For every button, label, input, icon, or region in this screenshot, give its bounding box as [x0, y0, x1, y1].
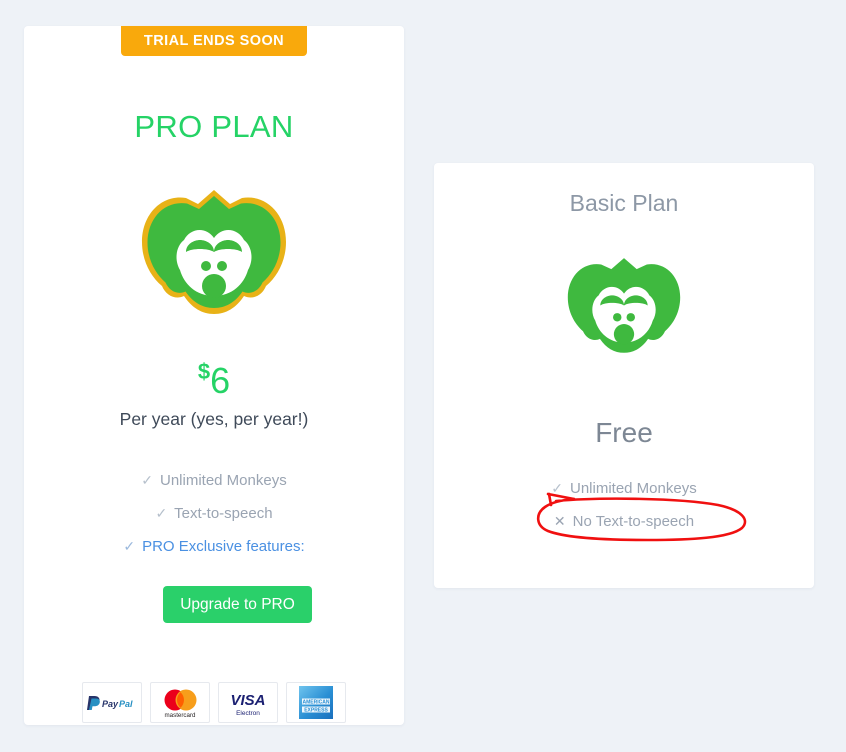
visa-electron-badge: VISA Electron — [218, 682, 278, 723]
monkey-logo-gold-outline-icon — [24, 184, 404, 331]
basic-plan-card: Basic Plan Free ✓ Unlimited Monkeys ✕ No T… — [434, 163, 814, 588]
basic-plan-feature-list: ✓ Unlimited Monkeys ✕ No Text-to-speech — [434, 472, 814, 538]
upgrade-to-pro-button[interactable]: Upgrade to PRO — [163, 586, 312, 623]
check-icon: ✓ — [551, 480, 563, 496]
pro-plan-title: PRO PLAN — [134, 109, 294, 144]
svg-text:Electron: Electron — [236, 710, 260, 717]
check-icon: ✓ — [155, 505, 168, 521]
basic-plan-title: Basic Plan — [569, 190, 679, 216]
check-icon: ✓ — [141, 472, 153, 488]
feature-item: ✓ Unlimited Monkeys — [24, 464, 404, 497]
pro-plan-price: $6 — [24, 361, 404, 399]
feature-label: Unlimited Monkeys — [570, 480, 697, 497]
price-currency: $ — [197, 359, 211, 384]
feature-item: ✓ Text-to-speech — [24, 497, 404, 530]
feature-item-no-tts: ✕ No Text-to-speech — [434, 505, 814, 538]
feature-item-pro-exclusive[interactable]: ✓ PRO Exclusive features: — [24, 530, 404, 563]
pro-plan-billing-period: Per year (yes, per year!) — [119, 409, 309, 429]
feature-label: Text-to-speech — [174, 505, 273, 522]
pro-plan-card: TRIAL ENDS SOON PRO PLAN $6 Per year (ye… — [24, 26, 404, 725]
svg-text:mastercard: mastercard — [165, 712, 197, 719]
basic-plan-price: Free — [595, 417, 653, 448]
check-icon: ✓ — [123, 538, 136, 554]
monkey-logo-plain-icon — [434, 248, 814, 373]
payment-methods-row: Pay Pal mastercard VISA Electron AMERICA… — [24, 682, 404, 723]
svg-text:AMERICAN: AMERICAN — [303, 699, 330, 705]
feature-item: ✓ Unlimited Monkeys — [434, 472, 814, 505]
american-express-badge: AMERICAN EXPRESS — [286, 682, 346, 723]
feature-label: Unlimited Monkeys — [160, 472, 287, 489]
svg-text:Pal: Pal — [119, 699, 133, 709]
pro-plan-feature-list: ✓ Unlimited Monkeys ✓ Text-to-speech ✓ PRO … — [24, 464, 404, 563]
feature-label: No Text-to-speech — [572, 513, 695, 530]
paypal-badge: Pay Pal — [82, 682, 142, 723]
svg-text:EXPRESS: EXPRESS — [304, 707, 328, 713]
trial-ends-soon-badge: TRIAL ENDS SOON — [121, 26, 307, 56]
svg-text:Pay: Pay — [102, 699, 119, 709]
cross-icon: ✕ — [553, 513, 566, 529]
feature-label[interactable]: PRO Exclusive features: — [142, 538, 305, 555]
price-amount: 6 — [210, 360, 231, 401]
mastercard-badge: mastercard — [150, 682, 210, 723]
svg-text:VISA: VISA — [230, 692, 265, 709]
